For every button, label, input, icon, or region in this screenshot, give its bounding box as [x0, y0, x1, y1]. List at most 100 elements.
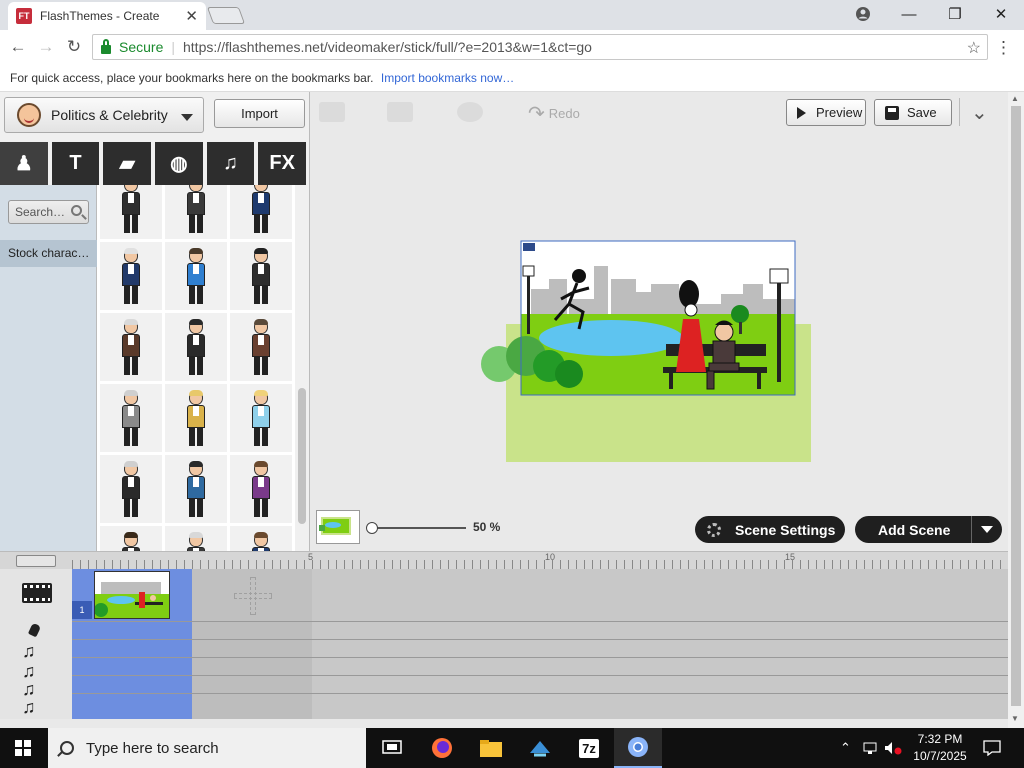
redo-button[interactable]: ↷ Redo	[528, 101, 580, 126]
character-thumbnail[interactable]	[165, 384, 227, 452]
track-divider	[72, 657, 1008, 658]
new-tab-button[interactable]	[206, 7, 246, 24]
timeline-collapse-button[interactable]	[16, 555, 56, 567]
taskbar-search-input[interactable]: Type here to search	[48, 728, 366, 768]
fx-icon[interactable]: FX	[258, 142, 307, 185]
character-figure	[187, 248, 205, 306]
text-bubble-icon[interactable]: T	[51, 142, 100, 185]
character-thumbnail[interactable]	[230, 185, 292, 239]
reload-icon[interactable]: ↻	[60, 37, 88, 57]
forward-arrow-icon[interactable]: →	[32, 37, 60, 57]
scene-settings-button[interactable]: Scene Settings	[695, 516, 845, 543]
character-thumbnail[interactable]	[165, 242, 227, 310]
scene-thumbnail[interactable]	[94, 571, 170, 619]
notifications-icon[interactable]	[983, 728, 1001, 768]
scene-column-1[interactable]: 1	[72, 569, 192, 719]
theme-selector[interactable]: Politics & Celebrity	[4, 97, 204, 133]
zoom-slider-handle[interactable]	[366, 522, 378, 534]
back-arrow-icon[interactable]: ←	[4, 37, 32, 57]
minimize-button[interactable]: —	[886, 0, 932, 28]
character-thumbnail[interactable]	[100, 526, 162, 551]
show-hidden-icons-chevron-icon[interactable]: ⌃	[840, 728, 851, 768]
redo-label: Redo	[548, 106, 580, 121]
character-thumbnail[interactable]	[230, 455, 292, 523]
scrollbar-thumb[interactable]	[298, 388, 306, 524]
firefox-icon[interactable]	[418, 728, 466, 768]
character-thumbnail[interactable]	[100, 242, 162, 310]
undo-icon[interactable]	[457, 102, 483, 122]
close-window-button[interactable]: ✕	[978, 0, 1024, 28]
add-scene-divider	[971, 516, 972, 543]
url-text[interactable]: https://flashthemes.net/videomaker/stick…	[183, 39, 592, 55]
maximize-button[interactable]: ❐	[932, 0, 978, 28]
browser-toolbar: ← → ↻ Secure | https://flashthemes.net/v…	[0, 30, 1024, 64]
windows-start-icon[interactable]	[15, 740, 31, 756]
character-figure	[187, 461, 205, 519]
character-thumbnail[interactable]	[100, 185, 162, 239]
character-grid-scrollbar[interactable]	[295, 185, 309, 551]
background-icon[interactable]: ▰	[103, 142, 152, 185]
character-thumbnail[interactable]	[165, 185, 227, 239]
prop-ball-icon[interactable]: ◍	[155, 142, 203, 185]
zoom-label: 50 %	[473, 520, 501, 534]
character-figure	[122, 248, 140, 306]
character-thumbnail[interactable]	[100, 384, 162, 452]
search-input[interactable]: Search…	[8, 200, 89, 224]
track-divider	[72, 675, 1008, 676]
browser-tab[interactable]: FT FlashThemes - Create ✕	[8, 2, 206, 30]
character-figure	[252, 319, 270, 377]
character-thumbnail[interactable]	[230, 313, 292, 381]
character-thumbnail[interactable]	[100, 455, 162, 523]
zoom-slider[interactable]	[370, 527, 466, 529]
stage-canvas[interactable]	[311, 134, 1008, 549]
network-icon[interactable]	[862, 728, 878, 768]
import-bookmarks-link[interactable]: Import bookmarks now…	[381, 71, 514, 85]
character-grid	[97, 185, 295, 551]
add-scene-button[interactable]: Add Scene	[855, 516, 1002, 543]
chrome-icon[interactable]	[614, 728, 662, 768]
character-figure	[252, 248, 270, 306]
add-scene-slot[interactable]	[192, 569, 312, 621]
music-note-icon[interactable]: ♫	[206, 142, 255, 185]
browser-menu-icon[interactable]: ⋮	[995, 38, 1012, 58]
chevron-down-icon[interactable]: ⌄	[971, 100, 988, 125]
character-figure	[122, 185, 140, 235]
play-icon	[797, 106, 806, 119]
paste-icon[interactable]	[387, 102, 413, 122]
search-icon[interactable]	[71, 205, 82, 216]
character-thumbnail[interactable]	[230, 384, 292, 452]
7zip-label: 7z	[579, 738, 599, 758]
character-thumbnail[interactable]	[100, 313, 162, 381]
preview-button[interactable]: Preview	[786, 99, 866, 126]
file-explorer-icon[interactable]	[467, 728, 515, 768]
import-button[interactable]: Import	[214, 99, 305, 128]
volume-muted-icon[interactable]	[884, 728, 902, 768]
7zip-icon[interactable]: 7z	[565, 728, 613, 768]
character-thumbnail[interactable]	[230, 242, 292, 310]
character-thumbnail[interactable]	[165, 455, 227, 523]
browser-tab-strip: FT FlashThemes - Create ✕ — ❐ ✕	[0, 0, 1024, 30]
scroll-up-arrow-icon[interactable]: ▲	[1011, 94, 1019, 103]
character-thumbnail[interactable]	[165, 313, 227, 381]
bookmark-star-icon[interactable]: ☆	[967, 38, 981, 58]
save-button[interactable]: Save	[874, 99, 952, 126]
copy-icon[interactable]	[319, 102, 345, 122]
page-scrollbar[interactable]: ▲ ▼	[1008, 92, 1024, 728]
tab-close-icon[interactable]: ✕	[185, 7, 198, 25]
vscode-icon[interactable]	[516, 728, 564, 768]
secure-label: Secure	[119, 39, 164, 55]
address-bar[interactable]: Secure | https://flashthemes.net/videoma…	[92, 34, 988, 60]
chevron-down-icon[interactable]	[981, 526, 993, 533]
taskbar-clock[interactable]: 7:32 PM 10/7/2025	[905, 731, 975, 765]
character-thumbnail[interactable]	[165, 526, 227, 551]
category-item-stock-characters[interactable]: Stock charac…	[0, 240, 97, 267]
character-thumbnail[interactable]	[230, 526, 292, 551]
scene-preview[interactable]	[311, 134, 1008, 549]
page-scrollbar-thumb[interactable]	[1011, 106, 1021, 706]
plus-icon[interactable]	[234, 577, 272, 615]
scroll-down-arrow-icon[interactable]: ▼	[1011, 714, 1019, 723]
scene-thumbnail-mini[interactable]	[316, 510, 360, 544]
character-icon[interactable]: ♟	[0, 142, 48, 185]
profile-icon[interactable]	[840, 0, 886, 28]
task-view-icon[interactable]	[368, 728, 416, 768]
